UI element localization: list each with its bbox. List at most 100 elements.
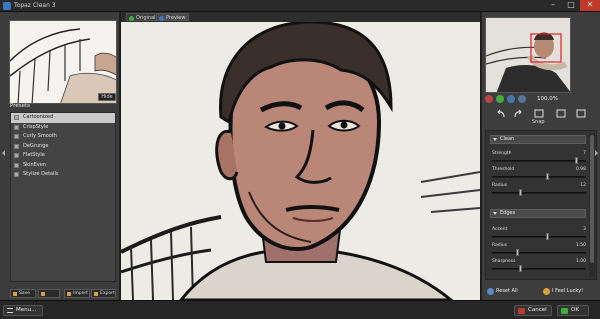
slider-track[interactable] xyxy=(492,176,586,178)
section-clean-header[interactable]: Clean xyxy=(490,135,586,144)
preview-dot-icon xyxy=(159,15,164,21)
slider-clean-strength[interactable]: Strength 7 xyxy=(492,151,586,165)
slider-edges-accent[interactable]: Accent 3 xyxy=(492,227,586,241)
undo-icon[interactable] xyxy=(495,108,507,120)
reset-icon xyxy=(487,288,494,295)
preset-item-skineven[interactable]: SkinEven xyxy=(11,161,115,171)
slider-knob[interactable] xyxy=(546,233,549,240)
close-button[interactable]: ✕ xyxy=(580,0,600,11)
navigator-preview-image[interactable] xyxy=(9,20,117,104)
cancel-button[interactable]: Cancel xyxy=(514,305,552,316)
save-preset-button[interactable]: Save xyxy=(10,289,36,298)
snapshot-toolbar: Snap xyxy=(485,108,597,128)
slider-knob[interactable] xyxy=(575,157,578,164)
slider-label: Strength xyxy=(492,151,512,156)
import-button[interactable]: Import xyxy=(64,289,90,298)
preset-label: DeGrunge xyxy=(23,142,49,149)
bottom-actions: Reset All I Feel Lucky! xyxy=(485,286,597,297)
section-clean-title: Clean xyxy=(500,136,515,142)
preset-item-flatstyle[interactable]: FlatStyle xyxy=(11,151,115,161)
preset-options-button[interactable] xyxy=(38,289,60,298)
i-feel-lucky-label: I Feel Lucky! xyxy=(552,288,584,294)
slider-track[interactable] xyxy=(492,268,586,270)
collapse-left-arrow-icon[interactable] xyxy=(2,150,5,156)
menu-label: Menu... xyxy=(16,307,37,313)
preview-canvas[interactable] xyxy=(121,22,480,300)
lucky-icon xyxy=(543,288,550,295)
navigator-thumbnail[interactable] xyxy=(485,17,571,93)
slider-track[interactable] xyxy=(492,160,586,162)
ok-button[interactable]: OK xyxy=(557,305,589,316)
zoom-fit-icon[interactable] xyxy=(507,95,515,103)
preset-list[interactable]: Cartoonized CrispStyle Curly Smooth DeGr… xyxy=(10,112,116,282)
reset-all-button[interactable]: Reset All xyxy=(485,286,518,296)
scrollbar-thumb[interactable] xyxy=(590,135,594,263)
preset-icon xyxy=(14,172,19,177)
slider-track[interactable] xyxy=(492,252,586,254)
zoom-actual-icon[interactable] xyxy=(518,95,526,103)
slider-track[interactable] xyxy=(492,236,586,238)
hide-button[interactable]: Hide xyxy=(98,93,116,101)
preset-icon xyxy=(14,115,19,120)
preset-label: Stylize Details xyxy=(23,171,59,177)
ok-icon xyxy=(561,308,568,314)
zoom-level: 100.0% xyxy=(537,96,558,102)
i-feel-lucky-button[interactable]: I Feel Lucky! xyxy=(541,286,583,296)
original-dot-icon xyxy=(129,15,134,21)
slider-clean-radius[interactable]: Radius 12 xyxy=(492,183,586,197)
menu-icon xyxy=(7,308,13,313)
import-label: Import xyxy=(73,291,88,296)
slider-value[interactable]: 0.98 xyxy=(576,167,586,172)
tab-original[interactable]: Original xyxy=(126,13,160,21)
adjustments-panel: Clean Strength 7 Threshold 0.98 Radius 1… xyxy=(485,130,597,280)
slider-label: Accent xyxy=(492,227,508,232)
save-icon xyxy=(13,292,17,296)
preset-item-crispstyle[interactable]: CrispStyle xyxy=(11,123,115,133)
bench-sketch-image xyxy=(10,21,116,103)
right-panel: 100.0% Snap Clean Strength 7 Threshold 0… xyxy=(481,12,600,300)
preset-item-cartoonized[interactable]: Cartoonized xyxy=(11,113,115,123)
slider-value[interactable]: 1.00 xyxy=(576,259,586,264)
preset-label: Curly Smooth xyxy=(23,133,57,139)
redo-icon[interactable] xyxy=(512,108,524,120)
collapse-triangle-icon xyxy=(493,212,497,215)
slider-knob[interactable] xyxy=(519,265,522,272)
preset-item-curly-smooth[interactable]: Curly Smooth xyxy=(11,132,115,142)
section-edges-title: Edges xyxy=(500,210,516,216)
status-bar: Menu... Cancel OK xyxy=(0,300,600,319)
slider-value[interactable]: 12 xyxy=(580,183,586,188)
slider-track[interactable] xyxy=(492,192,586,194)
compare-icon[interactable] xyxy=(575,108,587,120)
folder-icon xyxy=(41,292,45,296)
tab-preview[interactable]: Preview xyxy=(156,13,190,21)
preview-tabs: Original Preview 1:1 xyxy=(121,12,596,22)
slider-knob[interactable] xyxy=(546,173,549,180)
menu-button[interactable]: Menu... xyxy=(3,305,43,316)
slider-edges-sharpness[interactable]: Sharpness 1.00 xyxy=(492,259,586,273)
snapshot-list-icon[interactable] xyxy=(555,108,567,120)
slider-knob[interactable] xyxy=(516,249,519,256)
slider-value[interactable]: 1.50 xyxy=(576,243,586,248)
slider-value[interactable]: 3 xyxy=(583,227,586,232)
slider-label: Threshold xyxy=(492,167,515,172)
preset-item-stylize-details[interactable]: Stylize Details xyxy=(11,170,115,180)
zoom-in-icon[interactable] xyxy=(496,95,504,103)
left-panel: Hide Presets Cartoonized CrispStyle Curl… xyxy=(0,12,120,300)
collapse-triangle-icon xyxy=(493,138,497,141)
slider-edges-radius[interactable]: Radius 1.50 xyxy=(492,243,586,257)
slider-knob[interactable] xyxy=(519,189,522,196)
slider-value[interactable]: 7 xyxy=(583,151,586,156)
import-icon xyxy=(67,292,71,296)
maximize-button[interactable]: □ xyxy=(562,0,580,11)
export-button[interactable]: Export xyxy=(91,289,116,298)
export-label: Export xyxy=(100,291,115,296)
preset-icon xyxy=(14,143,19,149)
slider-clean-threshold[interactable]: Threshold 0.98 xyxy=(492,167,586,181)
collapse-right-arrow-icon[interactable] xyxy=(595,150,598,156)
section-edges-header[interactable]: Edges xyxy=(490,209,586,218)
preset-item-degrunge[interactable]: DeGrunge xyxy=(11,142,115,152)
save-preset-label: Save xyxy=(19,291,31,296)
minimize-button[interactable]: – xyxy=(544,0,562,11)
preset-icon xyxy=(14,134,19,139)
zoom-out-icon[interactable] xyxy=(485,95,493,103)
